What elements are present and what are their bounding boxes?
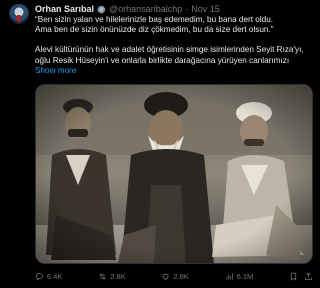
share-icon[interactable] [304,272,313,281]
historical-photo-illustration [36,85,312,263]
repost-button[interactable]: 2.8K [98,271,126,281]
secondary-actions [289,272,313,281]
tweet-line: “Ben sizin yalan ve hilelerinizle baş ed… [35,15,274,24]
avatar-tie-detail [17,15,21,22]
reply-count: 6.4K [47,271,63,281]
tweet-line: oğlu Resik Hüseyin'i ve onlarla birlikte… [35,55,290,65]
tweet-photo[interactable] [35,84,313,264]
tweet-text: “Ben sizin yalan ve hilelerinizle baş ed… [35,15,317,76]
tweet-header: Orhan Sarıbal @orhansaribalchp · Nov 15 [35,3,314,15]
tweet-actions: 6.4K 2.8K 2.8K 6.1M [35,270,313,282]
bookmark-icon[interactable] [289,272,298,281]
reply-button[interactable]: 6.4K [35,272,62,281]
views-count: 6.1M [236,271,254,281]
author-handle[interactable]: @orhansaribalchp [109,3,182,15]
author-name[interactable]: Orhan Sarıbal [35,3,94,15]
like-count: 2.8K [173,271,189,281]
tweet-date[interactable]: Nov 15 [191,3,220,15]
author-avatar[interactable] [9,4,29,24]
views-icon [226,273,233,279]
repost-count: 2.8K [110,271,126,281]
tweet-line: Ama ben de sizin önünüzde diz çökmedim, … [35,25,274,35]
tweet-line: Alevi kültürünün hak ve adalet öğretisin… [35,45,304,55]
like-button[interactable]: 2.8K [161,271,189,281]
header-separator: · [185,4,189,14]
repost-icon [99,272,106,280]
reply-icon [36,272,43,281]
verified-badge-icon [97,5,106,13]
heart-icon [162,273,169,280]
show-more-link[interactable]: Show more [35,66,317,76]
views-button[interactable]: 6.1M [225,271,254,281]
